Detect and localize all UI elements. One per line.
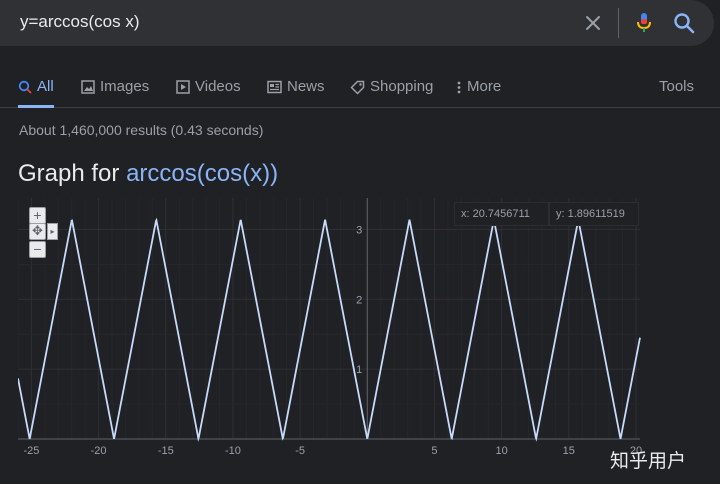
search-icon [18, 80, 32, 94]
voice-search-button[interactable] [630, 9, 658, 37]
search-button[interactable] [670, 9, 698, 37]
close-icon [586, 16, 600, 30]
tab-videos[interactable]: Videos [176, 76, 241, 108]
tab-news[interactable]: News [267, 76, 325, 108]
y-tick-label: 2 [356, 294, 362, 306]
graph-title-prefix: Graph for [18, 160, 120, 187]
function-graph[interactable]: -25 -20 -15 -10 -5 5 10 15 20 1 2 3 x: 20.7456711 y… [18, 198, 642, 468]
search-input[interactable]: y=arccos(cos x) [20, 12, 140, 32]
tab-label: Shopping [370, 78, 434, 95]
result-stats: About 1,460,000 results (0.43 seconds) [19, 122, 264, 138]
search-icon [674, 13, 695, 34]
clear-search-button[interactable] [580, 10, 606, 36]
x-tick-label: -20 [91, 445, 107, 457]
mic-icon [637, 13, 651, 32]
graph-plot[interactable]: -25 -20 -15 -10 -5 5 10 15 20123 [18, 198, 642, 468]
pan-icon[interactable]: ✥ [29, 223, 46, 240]
tab-label: More [467, 78, 502, 95]
search-bar[interactable]: y=arccos(cos x) [0, 0, 714, 46]
x-tick-label: -5 [295, 445, 305, 457]
tab-label: Videos [195, 78, 241, 95]
x-tick-label: 10 [496, 445, 508, 457]
tab-label: Images [100, 78, 150, 95]
x-tick-label: -25 [23, 445, 39, 457]
search-tabs: All Images Videos News Shopping More Too… [0, 76, 720, 108]
y-coordinate-readout: y: 1.89611519 [549, 202, 639, 226]
tab-all[interactable]: All [18, 76, 54, 108]
x-coordinate-readout: x: 20.7456711 [454, 202, 549, 226]
zoom-in-button[interactable]: + [29, 207, 46, 224]
x-tick-label: -10 [225, 445, 241, 457]
tab-images[interactable]: Images [81, 76, 149, 108]
news-icon [267, 80, 282, 94]
tab-shopping[interactable]: Shopping [350, 76, 433, 108]
search-bar-divider [618, 8, 619, 38]
y-tick-label: 1 [356, 364, 362, 376]
tag-icon [350, 80, 365, 95]
x-tick-label: -15 [158, 445, 174, 457]
graph-function-link[interactable]: arccos(cos(x)) [126, 160, 278, 187]
tab-more[interactable]: More [456, 76, 501, 108]
tab-label: News [287, 78, 325, 95]
x-tick-label: 5 [431, 445, 437, 457]
y-tick-label: 3 [356, 224, 362, 236]
zoom-out-button[interactable]: − [29, 241, 46, 258]
series-line [18, 217, 641, 442]
tools-button[interactable]: Tools [659, 78, 694, 95]
pan-arrow-button[interactable]: ▸ [47, 223, 58, 240]
image-icon [81, 80, 95, 94]
graph-title: Graph for arccos(cos(x)) [18, 160, 278, 188]
x-tick-label: 15 [563, 445, 575, 457]
more-vert-icon [457, 81, 461, 94]
play-icon [176, 80, 190, 94]
watermark: 知乎用户 [610, 450, 687, 472]
tab-label: All [37, 78, 54, 95]
